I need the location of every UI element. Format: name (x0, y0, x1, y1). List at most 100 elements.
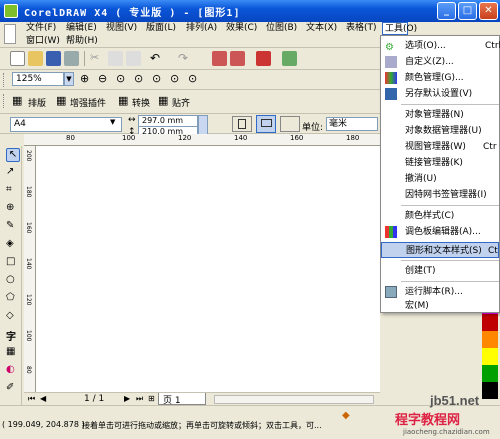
menu-item-bookmark-manager[interactable]: 因特网书签管理器(I) (381, 187, 499, 203)
layout-button[interactable]: 排版 (28, 96, 46, 109)
pick-tool-icon[interactable]: ↖ (6, 148, 20, 162)
menu-item-save-defaults[interactable]: 另存默认设置(V) (381, 86, 499, 102)
menu-table[interactable]: 表格(T) (346, 22, 377, 35)
paper-size-select[interactable]: A4 (10, 117, 122, 132)
freehand-tool-icon[interactable]: ✎ (6, 220, 20, 234)
ellipse-tool-icon[interactable]: ○ (6, 274, 20, 288)
menu-window[interactable]: 窗口(W) (26, 35, 60, 48)
menu-tools[interactable]: 工具(O) (382, 22, 417, 35)
menu-item-create[interactable]: 创建(T) (381, 263, 499, 279)
paper-dropdown-arrow[interactable]: ▼ (110, 118, 115, 126)
shape-tool-icon[interactable]: ↗ (6, 166, 20, 180)
palette-swatch[interactable] (482, 365, 498, 382)
smart-fill-tool-icon[interactable]: ◈ (6, 238, 20, 252)
coreldraw-app-icon[interactable] (4, 4, 18, 18)
menu-item-view-manager[interactable]: 视图管理器(W) Ctr (381, 139, 499, 155)
menu-effects[interactable]: 效果(C) (226, 22, 257, 35)
polygon-tool-icon[interactable]: ⬠ (6, 292, 20, 306)
basic-shapes-tool-icon[interactable]: ◇ (6, 310, 20, 324)
close-button[interactable]: ✕ (479, 2, 498, 20)
menu-item-link-manager[interactable]: 链接管理器(K) (381, 155, 499, 171)
portrait-button[interactable] (232, 116, 252, 132)
zoom-out-icon[interactable]: ⊖ (98, 72, 113, 87)
zoom-tool-icon[interactable]: ⊕ (6, 202, 20, 216)
new-document-icon[interactable] (10, 51, 25, 66)
zoom-height-icon[interactable]: ⊙ (188, 72, 203, 87)
palette-swatch[interactable] (482, 331, 498, 348)
redo-icon[interactable]: ↷ (178, 51, 193, 66)
print-icon[interactable] (64, 51, 79, 66)
menu-separator (401, 260, 499, 261)
horizontal-scrollbar[interactable] (214, 395, 374, 404)
menu-item-graphic-text-styles[interactable]: 图形和文本样式(S) Ct (381, 242, 499, 258)
undo-icon[interactable]: ↶ (150, 51, 165, 66)
crop-tool-icon[interactable]: ⌗ (6, 184, 20, 198)
palette-swatch[interactable] (482, 314, 498, 331)
last-page-icon[interactable]: ⏭ (136, 394, 143, 404)
enhance-plugin-button[interactable]: 增强插件 (70, 96, 106, 109)
menu-item-object-data-manager[interactable]: 对象数据管理器(U) (381, 123, 499, 139)
page-tab[interactable]: 页 1 (158, 393, 206, 406)
units-select[interactable]: 毫米 (326, 117, 378, 131)
horizontal-ruler[interactable]: 80 100 120 140 160 180 (24, 134, 380, 146)
landscape-button[interactable] (256, 115, 276, 133)
menu-help[interactable]: 帮助(H) (66, 35, 98, 48)
application-launcher-icon[interactable] (256, 51, 271, 66)
save-icon[interactable] (46, 51, 61, 66)
menu-edit[interactable]: 编辑(E) (66, 22, 97, 35)
menu-item-color-styles[interactable]: 颜色样式(C) (381, 208, 499, 224)
copy-icon[interactable] (108, 51, 123, 66)
add-page-icon[interactable]: ⊞ (148, 394, 155, 403)
menu-file[interactable]: 文件(F) (26, 22, 56, 35)
menu-layout[interactable]: 版面(L) (146, 22, 176, 35)
toolbar-grip (3, 73, 6, 87)
zoom-level-select[interactable]: 125% (12, 72, 64, 86)
ruler-mark: 80 (66, 134, 75, 142)
convert-button[interactable]: 转换 (132, 96, 150, 109)
welcome-screen-icon[interactable] (282, 51, 297, 66)
table-tool-icon[interactable]: ▦ (6, 346, 20, 360)
zoom-all-icon[interactable]: ⊙ (134, 72, 149, 87)
rectangle-tool-icon[interactable]: □ (6, 256, 20, 270)
menu-item-macro[interactable]: 宏(M) (381, 298, 499, 314)
ruler-mark: 160 (25, 222, 32, 234)
import-icon[interactable] (212, 51, 227, 66)
menu-arrange[interactable]: 排列(A) (186, 22, 217, 35)
menu-item-options[interactable]: ⚙ 选项(O)... Ctrl (381, 38, 500, 54)
title-bar: CorelDRAW X4 ( 专业版 ) - [图形1] _ □ ✕ (0, 0, 500, 22)
menu-bitmaps[interactable]: 位图(B) (266, 22, 297, 35)
menu-text[interactable]: 文本(X) (306, 22, 337, 35)
previous-page-icon[interactable]: ◀ (40, 394, 46, 403)
zoom-dropdown-arrow[interactable]: ▼ (64, 72, 74, 86)
menu-separator (401, 104, 499, 105)
eyedropper-tool-icon[interactable]: ✐ (6, 382, 20, 396)
cut-icon[interactable]: ✂ (90, 51, 105, 66)
snap-button[interactable]: 贴齐 (172, 96, 190, 109)
paper-size-value: A4 (14, 119, 26, 129)
zoom-selected-icon[interactable]: ⊙ (116, 72, 131, 87)
open-folder-icon[interactable] (28, 51, 43, 66)
interactive-blend-tool-icon[interactable]: ◐ (6, 364, 20, 378)
drawing-canvas[interactable] (36, 146, 380, 393)
menu-view[interactable]: 视图(V) (106, 22, 137, 35)
text-tool-icon[interactable]: 字 (6, 328, 20, 343)
minimize-button[interactable]: _ (437, 2, 456, 20)
vertical-ruler[interactable]: 200 180 160 140 120 100 80 (24, 146, 36, 393)
menu-item-undo[interactable]: 撤消(U) (381, 171, 499, 187)
maximize-button[interactable]: □ (458, 2, 477, 20)
menu-item-color-management[interactable]: 颜色管理(G)... (381, 70, 499, 86)
menu-item-customize[interactable]: 自定义(Z)... (381, 54, 499, 70)
menu-item-object-manager[interactable]: 对象管理器(N) (381, 107, 499, 123)
first-page-icon[interactable]: ⏮ (28, 394, 35, 404)
status-hint: 接着单击可进行拖动或缩放；再单击可旋转或倾斜；双击工具，可... (82, 421, 322, 430)
next-page-icon[interactable]: ▶ (124, 394, 130, 403)
zoom-width-icon[interactable]: ⊙ (170, 72, 185, 87)
zoom-in-icon[interactable]: ⊕ (80, 72, 95, 87)
palette-swatch[interactable] (482, 348, 498, 365)
export-icon[interactable] (230, 51, 245, 66)
document-icon[interactable] (4, 24, 16, 44)
all-pages-button[interactable] (280, 116, 300, 132)
paste-icon[interactable] (126, 51, 141, 66)
menu-item-palette-editor[interactable]: 调色板编辑器(A)... (381, 224, 499, 240)
zoom-page-icon[interactable]: ⊙ (152, 72, 167, 87)
